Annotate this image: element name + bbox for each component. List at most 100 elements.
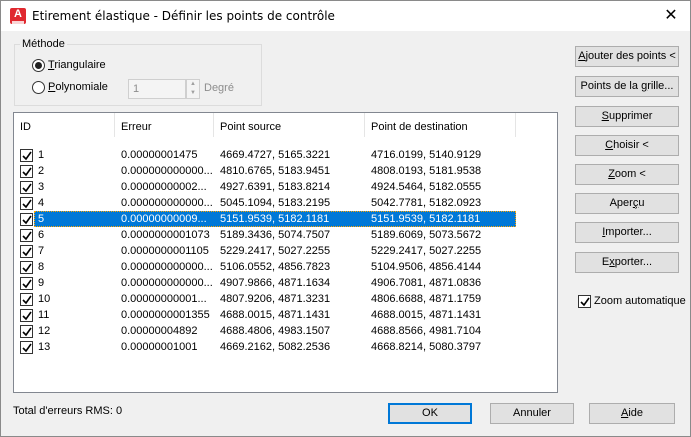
cell-destination: 5151.9539, 5182.1181	[371, 213, 481, 225]
chevron-up-icon[interactable]: ▲	[187, 80, 199, 89]
radio-polynomial[interactable]	[32, 81, 45, 94]
radio-triangular[interactable]	[32, 59, 45, 72]
grid-points-button[interactable]: Points de la grille...	[575, 76, 679, 97]
cell-destination: 4808.0193, 5181.9538	[371, 165, 482, 177]
row-checkbox[interactable]	[20, 309, 33, 322]
cell-error: 0.00000001001	[121, 341, 198, 353]
cell-destination: 4668.8214, 5080.3797	[371, 341, 482, 353]
autocad-icon: A	[10, 8, 26, 24]
cancel-button[interactable]: Annuler	[490, 403, 574, 424]
table-row[interactable]: 3 0.00000000002... 4927.6391, 5183.8214 492…	[14, 179, 557, 195]
cell-error: 0.000000000000...	[121, 197, 213, 209]
col-header-destination[interactable]: Point de destination	[365, 113, 516, 137]
cell-id: 11	[38, 309, 50, 321]
zoom-button[interactable]: Zoom <	[575, 164, 679, 185]
ok-button[interactable]: OK	[388, 403, 472, 424]
cell-source: 5106.0552, 4856.7823	[220, 261, 331, 273]
table-row[interactable]: 13 0.00000001001 4669.2162, 5082.2536 4668.…	[14, 339, 557, 355]
table-row[interactable]: 8 0.000000000000... 5106.0552, 4856.7823 51…	[14, 259, 557, 275]
checkmark-icon	[580, 297, 590, 307]
cell-id: 5	[38, 213, 45, 225]
cell-destination: 5229.2417, 5027.2255	[371, 245, 482, 257]
cell-id: 1	[38, 149, 45, 161]
row-checkbox[interactable]	[20, 197, 33, 210]
table-row[interactable]: 6 0.0000000001073 5189.3436, 5074.7507 5189…	[14, 227, 557, 243]
checkmark-icon	[22, 231, 32, 241]
import-button[interactable]: Importer...	[575, 222, 679, 243]
table-row[interactable]: 11 0.0000000001355 4688.0015, 4871.1431 468…	[14, 307, 557, 323]
table-row[interactable]: 1 0.00000001475 4669.4727, 5165.3221 4716.0…	[14, 147, 557, 163]
checkmark-icon	[22, 199, 32, 209]
cell-error: 0.0000000001105	[121, 245, 209, 257]
help-button[interactable]: Aide	[589, 403, 675, 424]
checkmark-icon	[22, 183, 32, 193]
cell-source: 4669.2162, 5082.2536	[220, 341, 331, 353]
cell-destination: 5189.6069, 5073.5672	[371, 229, 482, 241]
row-checkbox[interactable]	[20, 213, 33, 226]
cell-source: 5045.1094, 5183.2195	[220, 197, 331, 209]
cell-id: 13	[38, 341, 51, 353]
cell-destination: 4688.0015, 4871.1431	[371, 309, 482, 321]
cell-error: 0.00000000009...	[121, 213, 207, 225]
cell-source: 4807.9206, 4871.3231	[220, 293, 331, 305]
row-checkbox[interactable]	[20, 229, 33, 242]
cell-source: 5151.9539, 5182.1181	[220, 213, 330, 225]
delete-button[interactable]: Supprimer	[575, 106, 679, 127]
row-checkbox[interactable]	[20, 149, 33, 162]
window-title: Etirement élastique - Définir les points…	[32, 9, 335, 23]
cell-error: 0.000000000000...	[121, 277, 213, 289]
table-row[interactable]: 9 0.000000000000... 4907.9866, 4871.1634 49…	[14, 275, 557, 291]
rms-value: 0	[116, 405, 123, 417]
cell-destination: 4688.8566, 4981.7104	[371, 325, 482, 337]
row-checkbox[interactable]	[20, 325, 33, 338]
close-icon[interactable]: ✕	[660, 5, 682, 27]
col-header-id[interactable]: ID	[14, 113, 115, 137]
cell-id: 9	[38, 277, 45, 289]
checkmark-icon	[22, 343, 32, 353]
control-points-table[interactable]: ID Erreur Point source Point de destinat…	[13, 112, 558, 393]
col-header-error[interactable]: Erreur	[115, 113, 214, 137]
checkmark-icon	[22, 311, 32, 321]
export-button[interactable]: Exporter...	[575, 252, 679, 273]
cell-error: 0.00000004892	[121, 325, 198, 337]
cell-destination: 4716.0199, 5140.9129	[371, 149, 482, 161]
row-checkbox[interactable]	[20, 165, 33, 178]
row-checkbox[interactable]	[20, 261, 33, 274]
degree-stepper[interactable]: ▲ ▼	[186, 79, 200, 99]
preview-button[interactable]: Aperçu	[575, 193, 679, 214]
cell-destination: 4906.7081, 4871.0836	[371, 277, 482, 289]
auto-zoom-checkbox[interactable]	[578, 295, 591, 308]
cell-source: 4688.0015, 4871.1431	[220, 309, 331, 321]
add-points-button[interactable]: Ajouter des points <	[575, 46, 679, 67]
table-row[interactable]: 2 0.000000000000... 4810.6765, 5183.9451 48…	[14, 163, 557, 179]
cell-error: 0.00000001475	[121, 149, 198, 161]
row-checkbox[interactable]	[20, 277, 33, 290]
table-row[interactable]: 7 0.0000000001105 5229.2417, 5027.2255 5229…	[14, 243, 557, 259]
choose-button[interactable]: Choisir <	[575, 135, 679, 156]
cell-id: 6	[38, 229, 45, 241]
table-row[interactable]: 4 0.000000000000... 5045.1094, 5183.2195 50…	[14, 195, 557, 211]
cell-error: 0.00000000002...	[121, 181, 207, 193]
cell-source: 4907.9866, 4871.1634	[220, 277, 331, 289]
row-checkbox[interactable]	[20, 293, 33, 306]
degree-input[interactable]: 1	[128, 79, 186, 99]
table-row[interactable]: 12 0.00000004892 4688.4806, 4983.1507 4688.…	[14, 323, 557, 339]
cell-error: 0.0000000001355	[121, 309, 210, 321]
row-checkbox[interactable]	[20, 341, 33, 354]
chevron-down-icon[interactable]: ▼	[187, 89, 199, 98]
cell-destination: 5042.7781, 5182.0923	[371, 197, 482, 209]
table-row[interactable]: 5 0.00000000009... 5151.9539, 5182.1181 515…	[14, 211, 557, 227]
row-checkbox[interactable]	[20, 181, 33, 194]
checkmark-icon	[22, 247, 32, 257]
triangular-label-rest: riangulaire	[54, 59, 106, 71]
method-group-label: Méthode	[20, 38, 67, 50]
table-row[interactable]: 10 0.00000000001... 4807.9206, 4871.3231 48…	[14, 291, 557, 307]
col-header-source[interactable]: Point source	[214, 113, 365, 137]
title-bar: A Etirement élastique - Définir les poin…	[1, 1, 690, 31]
checkmark-icon	[22, 215, 32, 225]
polynomial-label-rest: olynomiale	[55, 81, 108, 93]
cell-id: 10	[38, 293, 51, 305]
row-checkbox[interactable]	[20, 245, 33, 258]
cell-source: 4927.6391, 5183.8214	[220, 181, 331, 193]
cell-id: 12	[38, 325, 51, 337]
